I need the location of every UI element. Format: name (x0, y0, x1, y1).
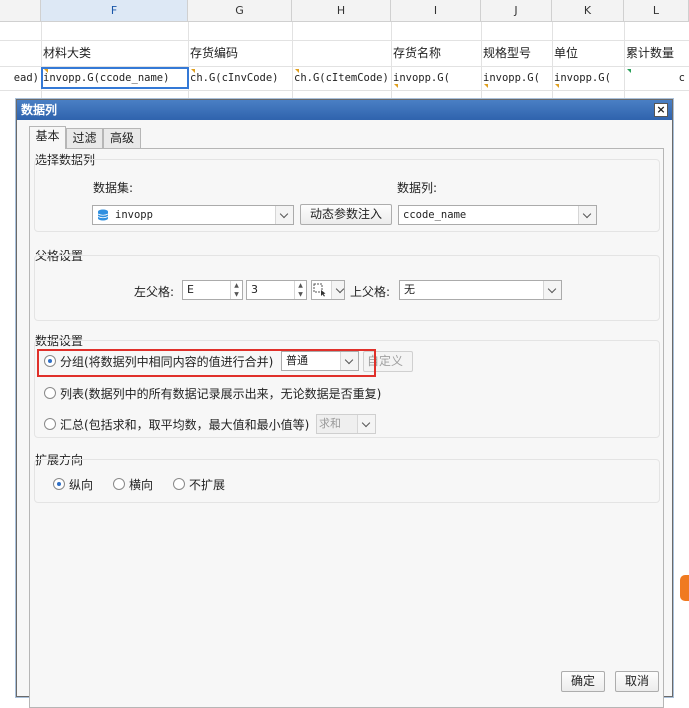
summary-radio[interactable] (44, 418, 56, 430)
cell-j-header[interactable]: 规格型号 (481, 42, 552, 64)
cell-i-header[interactable]: 存货名称 (391, 42, 481, 64)
cell-k-header[interactable]: 单位 (552, 42, 624, 64)
cell-picker-icon (313, 283, 326, 297)
column-label: 数据列: (397, 181, 438, 195)
tab-basic[interactable]: 基本 (29, 126, 66, 149)
side-panel-tab[interactable] (680, 575, 689, 601)
expand-horizontal-radio[interactable] (113, 478, 125, 490)
dialog-titlebar[interactable]: 数据列 × (17, 100, 672, 120)
dialog-title: 数据列 (21, 103, 58, 117)
ok-button[interactable]: 确定 (561, 671, 605, 692)
summary-label[interactable]: 汇总(包括求和，取平均数，最大值和最小值等) (60, 416, 309, 433)
data-column-dialog: 数据列 × 基本 过滤 高级 选择数据列 数据集: invopp 动态参数注入 … (16, 99, 673, 708)
list-radio[interactable] (44, 387, 56, 399)
dataset-select[interactable]: invopp (92, 205, 294, 225)
summary-mode-value: 求和 (319, 417, 341, 430)
cell-marker-icon (191, 69, 195, 73)
cell-f-header[interactable]: 材料大类 (41, 42, 188, 64)
chevron-down-icon[interactable] (357, 415, 375, 433)
gridline (0, 90, 689, 91)
chevron-down-icon[interactable] (543, 281, 561, 299)
column-value: ccode_name (403, 209, 467, 221)
cell-marker-icon (484, 84, 488, 88)
left-parent-column-spinner[interactable]: E ▲ ▼ (182, 280, 243, 300)
tab-basic-panel: 选择数据列 数据集: invopp 动态参数注入 数据列: ccode_name… (29, 148, 664, 708)
tab-filter[interactable]: 过滤 (66, 128, 103, 148)
summary-mode-select[interactable]: 求和 (316, 414, 376, 434)
highlight-box (37, 349, 376, 377)
database-icon (97, 209, 109, 221)
cell-marker-icon (295, 69, 299, 73)
left-parent-row-spinner[interactable]: 3 ▲ ▼ (246, 280, 307, 300)
cell-j-formula[interactable]: invopp.G( (481, 67, 552, 89)
spin-down-icon[interactable]: ▼ (295, 290, 306, 299)
column-header-e[interactable] (0, 0, 41, 22)
cancel-button[interactable]: 取消 (615, 671, 659, 692)
cell-i-formula[interactable]: invopp.G( (391, 67, 481, 89)
expand-group (34, 459, 660, 503)
cell-l-formula[interactable]: c (624, 67, 689, 89)
parent-cell-group (34, 255, 660, 321)
column-header-h[interactable]: H (292, 0, 391, 22)
list-label[interactable]: 列表(数据列中的所有数据记录展示出来，无论数据是否重复) (60, 385, 381, 402)
chevron-down-icon[interactable] (275, 206, 293, 224)
expand-vertical-radio[interactable] (53, 478, 65, 490)
cell-marker-icon (555, 84, 559, 88)
expand-none-radio[interactable] (173, 478, 185, 490)
upper-parent-select[interactable]: 无 (399, 280, 562, 300)
upper-parent-label: 上父格: (350, 285, 391, 299)
chevron-down-icon[interactable] (578, 206, 596, 224)
cell-h-formula[interactable]: ch.G(cItemCode) (292, 67, 391, 89)
dynamic-param-button[interactable]: 动态参数注入 (300, 204, 392, 225)
cell-f-formula[interactable]: invopp.G(ccode_name) (41, 67, 189, 89)
expand-vertical-label[interactable]: 纵向 (69, 476, 93, 493)
column-header-l[interactable]: L (624, 0, 689, 22)
cell-l-header[interactable]: 累计数量 (624, 42, 689, 64)
cell-marker-icon (44, 69, 48, 73)
left-parent-label: 左父格: (134, 285, 175, 299)
gridline (0, 40, 689, 41)
cell-g-header[interactable]: 存货编码 (188, 42, 292, 64)
cell-e-formula[interactable]: ead) (0, 67, 41, 89)
column-header-i[interactable]: I (391, 0, 481, 22)
expand-none-label[interactable]: 不扩展 (189, 476, 225, 493)
cell-g-formula[interactable]: ch.G(cInvCode) (188, 67, 292, 89)
spin-up-icon[interactable]: ▲ (231, 281, 242, 290)
cell-marker-icon (394, 84, 398, 88)
column-header-j[interactable]: J (481, 0, 552, 22)
cell-marker-icon (627, 69, 631, 73)
spin-down-icon[interactable]: ▼ (231, 290, 242, 299)
expand-horizontal-label[interactable]: 横向 (129, 476, 153, 493)
left-parent-column-value: E (187, 283, 194, 296)
chevron-down-icon[interactable] (331, 281, 344, 299)
cell-picker-select[interactable] (311, 280, 345, 300)
upper-parent-value: 无 (404, 283, 415, 296)
cell-k-formula[interactable]: invopp.G( (552, 67, 624, 89)
dataset-label: 数据集: (93, 181, 134, 195)
spin-up-icon[interactable]: ▲ (295, 281, 306, 290)
close-icon[interactable]: × (654, 103, 668, 117)
tab-advanced[interactable]: 高级 (103, 128, 141, 148)
column-header-k[interactable]: K (552, 0, 624, 22)
column-header-f[interactable]: F (41, 0, 188, 22)
left-parent-row-value: 3 (251, 283, 258, 296)
column-select[interactable]: ccode_name (398, 205, 597, 225)
column-header-g[interactable]: G (188, 0, 292, 22)
